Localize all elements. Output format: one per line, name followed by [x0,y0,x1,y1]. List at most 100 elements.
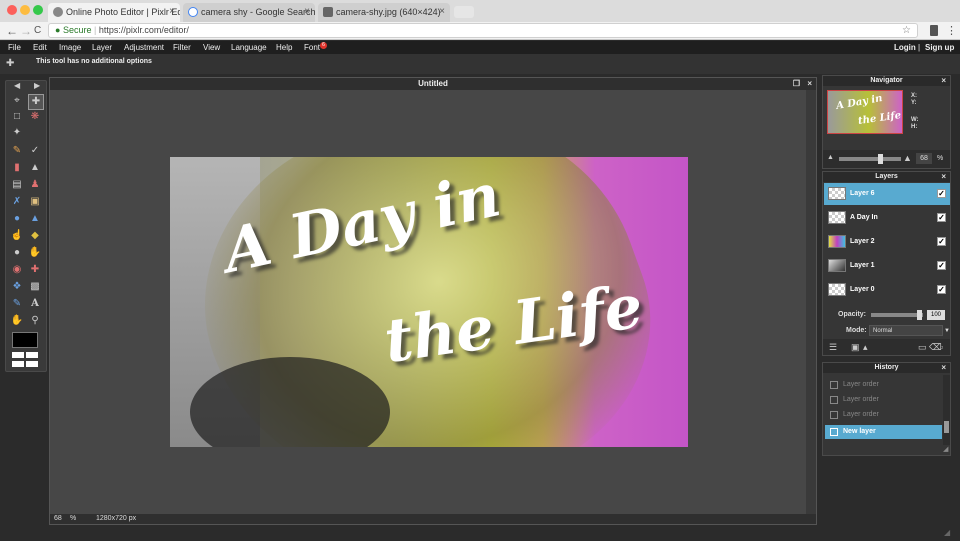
foreground-color-swatch[interactable] [12,332,38,348]
gradient-tool-icon[interactable]: ▤ [10,178,24,192]
layer-visibility-checkbox[interactable]: ✓ [937,261,946,270]
magic-wand-icon[interactable]: ✦ [10,126,24,140]
layer-styles-icon[interactable]: ▴ [863,342,868,353]
image-canvas[interactable]: A Day in the Life [170,157,688,447]
zoom-tool-icon[interactable]: ⚲ [28,314,42,328]
zoom-in-icon[interactable]: ▲ [903,153,912,163]
layer-row[interactable]: Layer 2 ✓ [824,231,950,253]
reload-icon[interactable]: C [34,23,41,39]
marquee-tool-icon[interactable]: □ [10,110,24,124]
swap-colors-icon[interactable] [12,352,24,358]
drawing-tool-icon[interactable]: ▣ [28,195,42,209]
pinch-tool-icon[interactable]: ▩ [28,280,42,294]
menu-image[interactable]: Image [59,41,81,54]
window-maximize-button[interactable] [33,5,43,15]
tab-close-icon[interactable]: × [304,3,310,21]
document-maximize-icon[interactable]: ❐ [793,78,800,90]
zoom-slider[interactable] [839,154,901,164]
sponge-tool-icon[interactable]: ◆ [28,229,42,243]
browser-menu-icon[interactable]: ⋮ [946,23,957,39]
opacity-input[interactable]: 100 [927,310,945,320]
menu-language[interactable]: Language [231,41,267,54]
layers-close-icon[interactable]: × [941,172,946,182]
menu-view[interactable]: View [203,41,220,54]
history-item[interactable]: Layer order [825,378,942,392]
document-close-icon[interactable]: × [807,78,812,90]
quick-mask-icon[interactable] [12,361,24,367]
red-eye-tool-icon[interactable]: ◉ [10,263,24,277]
clone-stamp-icon[interactable]: ♟ [28,178,42,192]
type-tool-icon[interactable]: A [28,297,42,311]
spot-heal-tool-icon[interactable]: ✚ [28,263,42,277]
lasso-tool-icon[interactable]: ❋ [28,110,42,124]
opacity-slider[interactable] [871,310,923,320]
smudge-tool-icon[interactable]: ☝ [10,229,24,243]
blend-mode-select[interactable]: Normal ▼ [869,325,950,336]
pencil-tool-icon[interactable]: ✎ [10,144,24,158]
history-item[interactable]: Layer order [825,408,942,422]
navigator-preview[interactable]: A Day in the Life [827,90,903,134]
signup-link[interactable]: Sign up [925,41,954,54]
history-item[interactable]: Layer order [825,393,942,407]
zoom-value[interactable]: 68 [54,514,62,524]
login-link[interactable]: Login [894,41,916,54]
history-item[interactable]: New layer [825,425,942,439]
default-colors-icon[interactable] [26,352,38,358]
layer-row[interactable]: Layer 6 ✓ [824,183,950,205]
window-close-button[interactable] [7,5,17,15]
navigator-zoom-input[interactable]: 68 [916,153,932,164]
new-layer-icon[interactable]: ▭ [918,342,927,353]
layer-visibility-checkbox[interactable]: ✓ [937,285,946,294]
history-scrollbar[interactable] [943,375,950,445]
layer-settings-icon[interactable]: ☰ [829,342,837,353]
layer-row[interactable]: Layer 1 ✓ [824,255,950,277]
layer-row[interactable]: Layer 0 ✓ [824,279,950,301]
zoom-out-icon[interactable]: ▲ [827,154,834,161]
brush-tool-icon[interactable]: ✓ [28,144,42,158]
navigator-close-icon[interactable]: × [941,76,946,86]
resize-grip-icon[interactable]: ◢ [943,445,948,453]
menu-font[interactable]: Font [304,41,320,54]
layer-visibility-checkbox[interactable]: ✓ [937,189,946,198]
opacity-slider-knob[interactable] [917,310,922,320]
menu-edit[interactable]: Edit [33,41,47,54]
tab-close-icon[interactable]: × [169,3,175,21]
window-resize-grip-icon[interactable]: ◢ [944,528,950,537]
layer-visibility-checkbox[interactable]: ✓ [937,237,946,246]
browser-tab-pixlr[interactable]: Online Photo Editor | Pixlr Edit × [48,3,180,22]
color-picker-icon[interactable]: ✎ [10,297,24,311]
panel-collapse-left-icon[interactable]: ◀ [14,81,20,90]
browser-tab-image[interactable]: camera-shy.jpg (640×424) × [318,3,450,22]
bookmark-star-icon[interactable]: ☆ [902,24,911,37]
url-field[interactable]: ● Secure | https://pixlr.com/editor/ ☆ [48,23,918,38]
move-tool-icon[interactable]: ✚ [28,94,44,110]
layer-mask-icon[interactable]: ▣ [851,342,860,353]
bloat-tool-icon[interactable]: ❖ [10,280,24,294]
paint-bucket-icon[interactable]: ▲ [28,161,42,175]
tab-close-icon[interactable]: × [439,3,445,21]
panel-collapse-right-icon[interactable]: ▶ [34,81,40,90]
history-scrollbar-thumb[interactable] [944,421,949,433]
menu-help[interactable]: Help [276,41,292,54]
screen-mode-icon[interactable] [26,361,38,367]
menu-layer[interactable]: Layer [92,41,112,54]
layer-lock-icon[interactable]: ▫ [940,342,943,352]
history-close-icon[interactable]: × [941,363,946,373]
color-replace-icon[interactable]: ✗ [10,195,24,209]
dodge-tool-icon[interactable]: ● [10,246,24,260]
canvas-scrollbar[interactable] [806,90,816,514]
canvas-area[interactable]: A Day in the Life [50,90,806,514]
menu-adjustment[interactable]: Adjustment [124,41,164,54]
forward-arrow-icon[interactable]: → [20,23,32,39]
extension-icon[interactable] [930,25,938,36]
new-tab-button[interactable] [454,6,474,18]
zoom-slider-knob[interactable] [878,154,883,164]
window-minimize-button[interactable] [20,5,30,15]
menu-filter[interactable]: Filter [173,41,191,54]
blur-tool-icon[interactable]: ● [10,212,24,226]
burn-tool-icon[interactable]: ✋ [28,246,42,260]
sharpen-tool-icon[interactable]: ▲ [28,212,42,226]
browser-tab-google[interactable]: camera shy - Google Search × [183,3,315,22]
eraser-tool-icon[interactable]: ▮ [10,161,24,175]
layer-visibility-checkbox[interactable]: ✓ [937,213,946,222]
